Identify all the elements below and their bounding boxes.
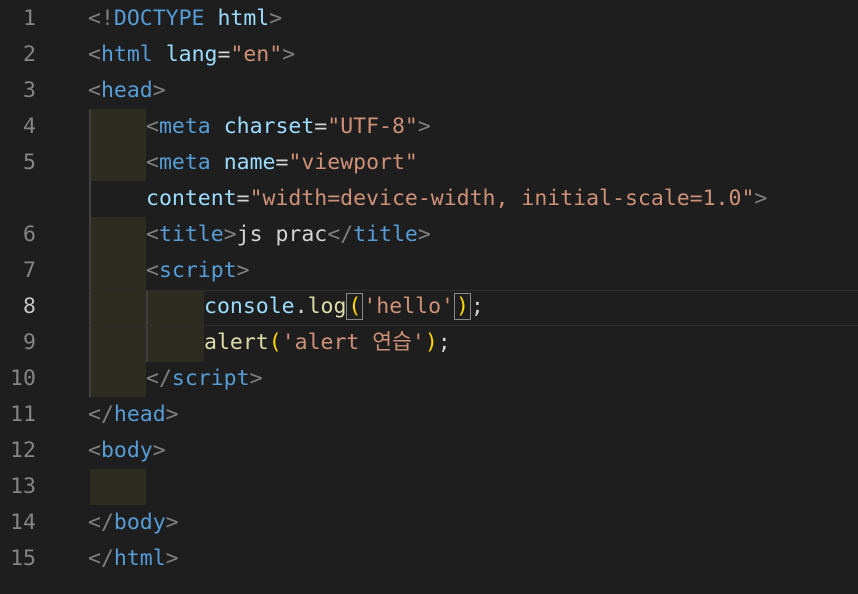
code-editor[interactable]: 1 2 3 4 5 6 7 8 9 10 11 12 13 14 15 <!DO…	[0, 0, 858, 594]
token: .	[294, 294, 308, 319]
token: 'hello'	[363, 294, 454, 319]
token: name	[223, 150, 276, 175]
code-line[interactable]: <!DOCTYPE html>	[88, 1, 282, 37]
token: lang	[165, 42, 218, 67]
token: 'alert 연습'	[281, 330, 425, 355]
code-line[interactable]: <meta charset="UTF-8">	[146, 109, 431, 145]
token: >	[165, 510, 179, 535]
code-line[interactable]: <html lang="en">	[88, 37, 295, 73]
token: alert	[204, 330, 269, 355]
code-line-active[interactable]: console.log('hello');	[204, 289, 484, 325]
line-number: 9	[23, 330, 36, 355]
code-line[interactable]: </script>	[146, 361, 263, 397]
line-number-active: 8	[23, 294, 36, 319]
token: console	[204, 294, 295, 319]
indent-guide	[89, 109, 91, 397]
token: >	[249, 366, 263, 391]
token: head	[100, 78, 153, 103]
token: (	[268, 330, 282, 355]
token: </	[327, 222, 354, 247]
token: <	[146, 114, 159, 139]
token: =	[275, 150, 289, 175]
token: ;	[470, 294, 484, 319]
line-number: 10	[10, 366, 36, 391]
token: </	[146, 366, 172, 391]
token: "UTF-8"	[327, 114, 418, 139]
indent-highlight	[90, 109, 146, 181]
token: >	[165, 402, 179, 427]
line-number: 1	[23, 6, 36, 31]
token: >	[223, 222, 237, 247]
token: content	[146, 186, 237, 211]
token: <	[146, 222, 159, 247]
line-number: 11	[10, 402, 36, 427]
token: >	[754, 186, 768, 211]
token: html	[217, 6, 270, 31]
token: )	[424, 330, 438, 355]
code-line[interactable]: </body>	[88, 505, 179, 541]
token: >	[269, 6, 283, 31]
code-line[interactable]: </head>	[88, 397, 179, 433]
token: >	[152, 438, 166, 463]
code-line[interactable]: </html>	[88, 541, 179, 577]
token: "viewport"	[288, 150, 418, 175]
code-line[interactable]: alert('alert 연습');	[204, 325, 451, 361]
token: script	[158, 258, 237, 283]
token: js prac	[236, 222, 328, 247]
code-line[interactable]: <body>	[88, 433, 166, 469]
token: <	[88, 78, 101, 103]
token: meta	[158, 114, 211, 139]
token: >	[165, 546, 179, 571]
line-number: 15	[10, 546, 36, 571]
token: script	[171, 366, 250, 391]
token: "width=device-width, initial-scale=1.0"	[249, 186, 755, 211]
bracket-match: )	[453, 293, 471, 320]
token: <	[146, 150, 159, 175]
token: =	[314, 114, 328, 139]
token: html	[113, 546, 166, 571]
token: <!	[88, 6, 114, 31]
token: </	[88, 510, 114, 535]
line-number: 13	[10, 474, 36, 499]
code-line[interactable]: <script>	[146, 253, 250, 289]
line-number: 5	[23, 150, 36, 175]
token: >	[282, 42, 296, 67]
line-number: 2	[23, 42, 36, 67]
token: </	[88, 402, 114, 427]
token: </	[88, 546, 114, 571]
token: >	[417, 114, 431, 139]
token: head	[113, 402, 166, 427]
token: title	[158, 222, 224, 247]
token: >	[152, 78, 166, 103]
token: <	[88, 42, 101, 67]
line-number: 14	[10, 510, 36, 535]
token: ;	[437, 330, 451, 355]
code-line-wrap[interactable]: content="width=device-width, initial-sca…	[146, 181, 767, 217]
token: html	[100, 42, 153, 67]
token: title	[353, 222, 418, 247]
token: meta	[158, 150, 211, 175]
token: charset	[223, 114, 315, 139]
token: =	[217, 42, 231, 67]
token: "en"	[230, 42, 283, 67]
bracket-match: (	[346, 293, 364, 320]
token: DOCTYPE	[113, 6, 205, 31]
code-line[interactable]: <meta name="viewport"	[146, 145, 418, 181]
indent-highlight	[90, 469, 146, 505]
line-number: 12	[10, 438, 36, 463]
line-number: 4	[23, 114, 36, 139]
code-line[interactable]: <head>	[88, 73, 166, 109]
token: log	[307, 294, 347, 319]
token: =	[236, 186, 250, 211]
token: >	[417, 222, 431, 247]
token: >	[236, 258, 250, 283]
line-number: 6	[23, 222, 36, 247]
token: <	[146, 258, 159, 283]
line-number: 3	[23, 78, 36, 103]
line-number: 7	[23, 258, 36, 283]
token: <	[88, 438, 101, 463]
token: body	[113, 510, 166, 535]
token: body	[100, 438, 153, 463]
code-line[interactable]: <title>js prac</title>	[146, 217, 431, 253]
